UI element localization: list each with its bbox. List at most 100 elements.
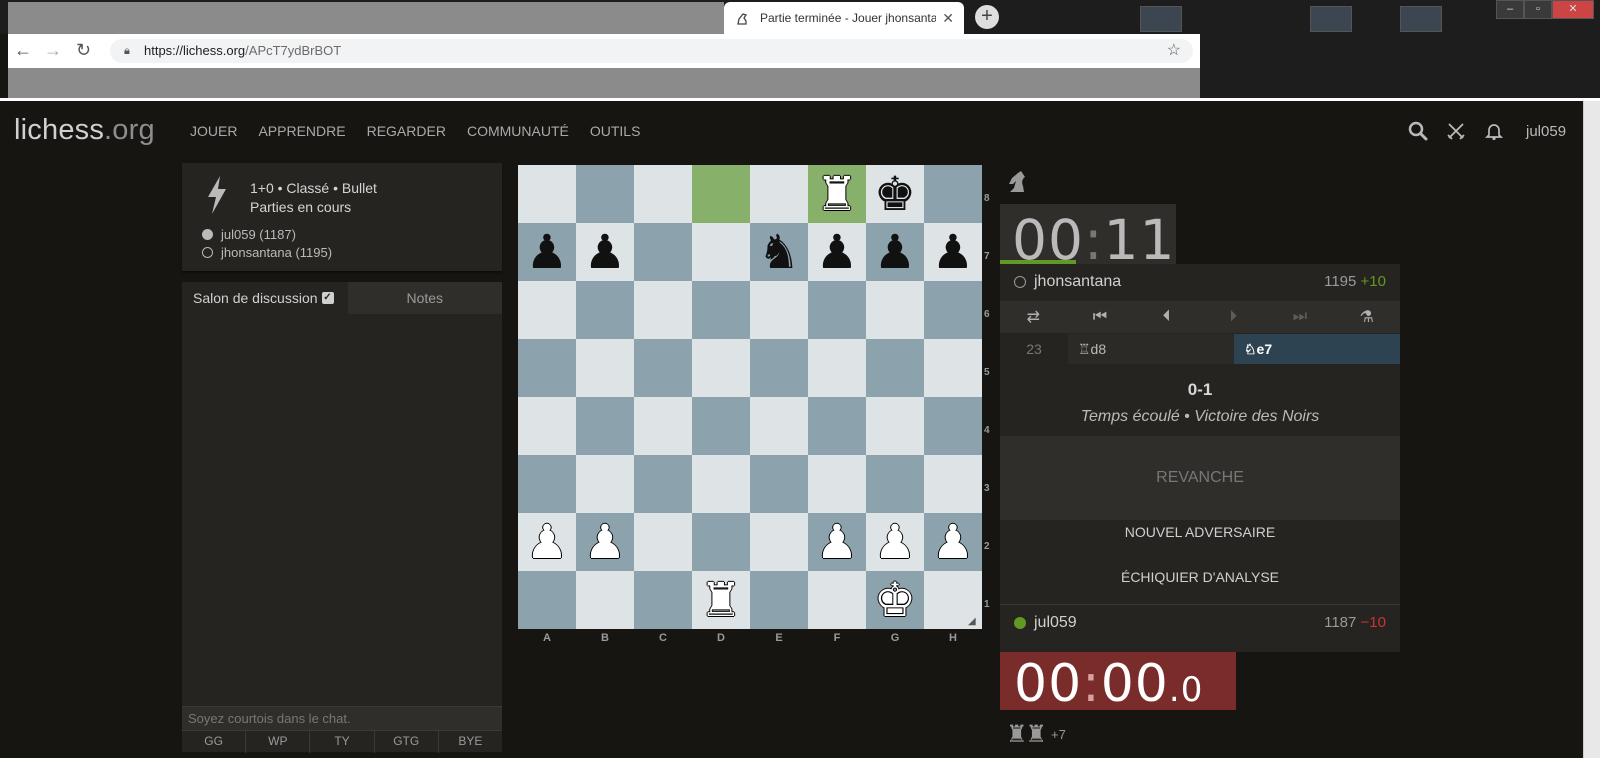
square-h7[interactable]: ♟ [924,223,982,281]
square-f5[interactable] [808,339,866,397]
minimize-icon[interactable]: – [1496,0,1524,19]
prev-move-icon[interactable]: ⏴︎ [1149,308,1185,326]
new-opponent-button[interactable]: NOUVEL ADVERSAIRE [1000,524,1400,540]
square-h4[interactable] [924,397,982,455]
square-e1[interactable] [750,571,808,629]
white-player-line[interactable]: jul059 (1187) [202,227,296,242]
analysis-board-button[interactable]: ÉCHIQUIER D'ANALYSE [1000,569,1400,585]
square-f6[interactable] [808,281,866,339]
square-h6[interactable] [924,281,982,339]
challenge-swords-icon[interactable] [1446,121,1466,141]
preset-bye[interactable]: BYE [439,731,502,753]
notification-bell-icon[interactable] [1484,121,1504,141]
square-h2[interactable]: ♟ [924,513,982,571]
forward-icon[interactable]: → [44,40,62,61]
square-g7[interactable]: ♟ [866,223,924,281]
square-e3[interactable] [750,455,808,513]
square-a2[interactable]: ♟ [518,513,576,571]
square-b7[interactable]: ♟ [576,223,634,281]
site-logo[interactable]: lichess.org [14,114,155,147]
my-name[interactable]: jul059 [1034,614,1077,632]
square-c2[interactable] [634,513,692,571]
square-f8[interactable]: ♜ [808,165,866,223]
square-a6[interactable] [518,281,576,339]
black-pawn-icon[interactable]: ♟ [874,229,916,276]
nav-tools[interactable]: OUTILS [590,123,641,139]
square-b5[interactable] [576,339,634,397]
square-b4[interactable] [576,397,634,455]
square-c4[interactable] [634,397,692,455]
white-king-icon[interactable]: ♚ [874,577,916,624]
chessboard[interactable]: ♜ ♚ ♟ ♟ ♞ ♟ ♟ ♟ ♟ ♟ ♟ ♟ ♟ ♜ ♚ [518,165,982,629]
square-d1[interactable]: ♜ [692,571,750,629]
new-tab-button[interactable]: + [975,5,999,29]
opponent-name[interactable]: jhonsantana [1034,273,1121,291]
square-f4[interactable] [808,397,866,455]
square-a4[interactable] [518,397,576,455]
nav-watch[interactable]: REGARDER [367,123,446,139]
square-g2[interactable]: ♟ [866,513,924,571]
square-g8[interactable]: ♚ [866,165,924,223]
black-pawn-icon[interactable]: ♟ [584,229,626,276]
square-b3[interactable] [576,455,634,513]
flip-board-icon[interactable]: ⇄ [1015,307,1051,327]
nav-learn[interactable]: APPRENDRE [258,123,345,139]
next-move-icon[interactable]: ⏵︎ [1215,308,1251,326]
white-move[interactable]: ♖d8 [1068,334,1234,364]
black-pawn-icon[interactable]: ♟ [816,229,858,276]
square-a3[interactable] [518,455,576,513]
square-b8[interactable] [576,165,634,223]
bookmark-star-icon[interactable]: ☆ [1167,39,1181,63]
black-pawn-icon[interactable]: ♟ [526,229,568,276]
square-g5[interactable] [866,339,924,397]
square-b1[interactable] [576,571,634,629]
white-rook-icon[interactable]: ♜ [700,577,742,624]
square-d5[interactable] [692,339,750,397]
preset-ty[interactable]: TY [310,731,375,753]
square-e6[interactable] [750,281,808,339]
square-b6[interactable] [576,281,634,339]
rematch-button[interactable]: REVANCHE [1000,436,1400,520]
square-d6[interactable] [692,281,750,339]
black-knight-icon[interactable]: ♞ [758,229,800,276]
square-d2[interactable] [692,513,750,571]
preset-gtg[interactable]: GTG [375,731,439,753]
first-move-icon[interactable]: ⏮︎ [1082,308,1118,326]
nav-play[interactable]: JOUER [190,123,237,139]
square-g3[interactable] [866,455,924,513]
black-player-line[interactable]: jhonsantana (1195) [202,245,332,260]
square-g6[interactable] [866,281,924,339]
browser-tab-active[interactable]: Partie terminée - Jouer jhonsantana ✕ [724,2,964,34]
square-e4[interactable] [750,397,808,455]
square-c5[interactable] [634,339,692,397]
square-e7[interactable]: ♞ [750,223,808,281]
white-pawn-icon[interactable]: ♟ [874,519,916,566]
board-resize-handle[interactable]: ◢ [968,616,980,628]
square-a5[interactable] [518,339,576,397]
square-c1[interactable] [634,571,692,629]
square-f1[interactable] [808,571,866,629]
white-rook-icon[interactable]: ♜ [816,171,858,218]
square-h3[interactable] [924,455,982,513]
preset-wp[interactable]: WP [246,731,311,753]
maximize-icon[interactable]: ▫ [1524,0,1552,19]
square-h8[interactable] [924,165,982,223]
white-pawn-icon[interactable]: ♟ [526,519,568,566]
white-pawn-icon[interactable]: ♟ [816,519,858,566]
square-c8[interactable] [634,165,692,223]
black-pawn-icon[interactable]: ♟ [932,229,974,276]
square-d7[interactable] [692,223,750,281]
square-a1[interactable] [518,571,576,629]
nav-community[interactable]: COMMUNAUTÉ [467,123,569,139]
square-f3[interactable] [808,455,866,513]
search-icon[interactable] [1408,121,1428,141]
square-g4[interactable] [866,397,924,455]
back-icon[interactable]: ← [14,40,32,61]
chat-toggle-checkbox[interactable]: ✓ [321,292,334,304]
last-move-icon[interactable]: ⏭︎ [1282,308,1318,326]
url-field[interactable]: 🔒︎ https://lichess.org/APcT7ydBrBOT ☆ [110,39,1193,63]
analysis-microscope-icon[interactable]: ⚗︎ [1349,307,1385,327]
square-e2[interactable] [750,513,808,571]
square-b2[interactable]: ♟ [576,513,634,571]
square-h5[interactable] [924,339,982,397]
